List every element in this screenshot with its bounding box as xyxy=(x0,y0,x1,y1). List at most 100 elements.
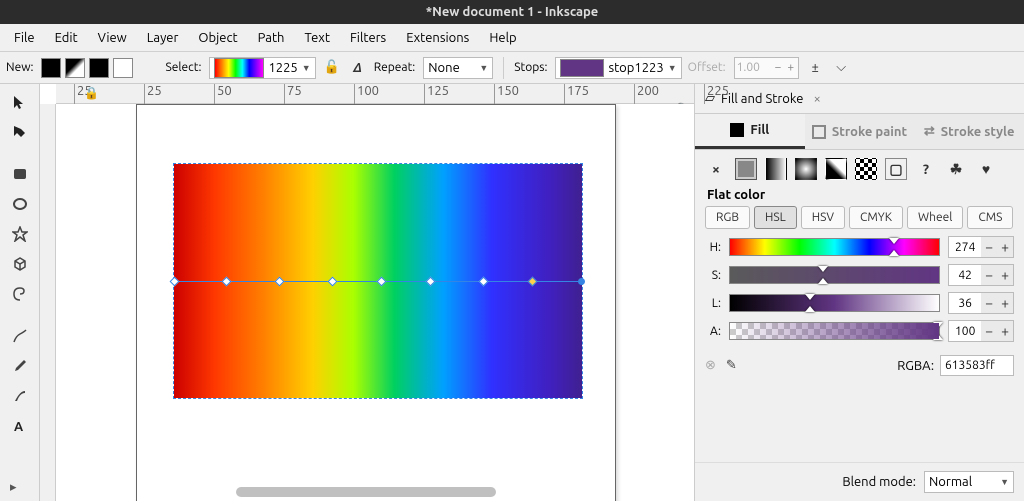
cube-tool[interactable] xyxy=(6,250,34,278)
tab-hsv[interactable]: HSV xyxy=(801,206,845,229)
cm-icon-1[interactable]: ⊗ xyxy=(705,358,716,373)
hue-input[interactable] xyxy=(949,241,981,254)
offset-spinner[interactable]: − + xyxy=(734,57,800,79)
menu-text[interactable]: Text xyxy=(294,27,339,49)
ruler-lock-icon[interactable]: 🔒 xyxy=(84,86,99,100)
menu-edit[interactable]: Edit xyxy=(45,27,88,49)
alpha-spinner[interactable]: −+ xyxy=(948,320,1014,342)
delete-stop-icon[interactable]: ⌵ xyxy=(831,58,851,78)
paint-unset-button[interactable]: ☘ xyxy=(945,158,967,180)
tab-wheel[interactable]: Wheel xyxy=(907,206,963,229)
paint-none-button[interactable]: × xyxy=(705,158,727,180)
pencil-tool[interactable] xyxy=(6,322,34,350)
minus-button[interactable]: − xyxy=(981,237,997,257)
blend-mode-dropdown[interactable]: Normal ▼ xyxy=(924,471,1014,493)
chevron-down-icon: ▼ xyxy=(479,63,488,73)
paint-flat-button[interactable] xyxy=(735,158,757,180)
plus-button[interactable]: + xyxy=(997,265,1013,285)
plus-button[interactable]: + xyxy=(997,237,1013,257)
sat-spinner[interactable]: −+ xyxy=(948,264,1014,286)
sat-slider[interactable] xyxy=(729,266,940,284)
tool-options-bar: New: Select: 1225 ▼ 🔓 Δ Repeat: None ▼ S… xyxy=(0,52,1024,84)
horizontal-scrollbar[interactable] xyxy=(236,487,496,497)
rainbow-preview-icon xyxy=(214,58,264,78)
eyedropper-icon[interactable]: ✎ xyxy=(726,358,737,373)
stop-color-preview-icon xyxy=(560,59,604,77)
close-icon[interactable]: × xyxy=(813,92,820,106)
node-tool[interactable] xyxy=(6,118,34,146)
menu-layer[interactable]: Layer xyxy=(137,27,189,49)
offset-minus[interactable]: − xyxy=(773,61,784,74)
tab-fill[interactable]: Fill xyxy=(695,114,805,149)
new-swatch-radial[interactable] xyxy=(89,58,109,78)
menu-file[interactable]: File xyxy=(4,27,45,49)
tab-stroke-style[interactable]: ⇄Stroke style xyxy=(914,114,1024,149)
tab-cmyk[interactable]: CMYK xyxy=(849,206,903,229)
reverse-icon[interactable]: Δ xyxy=(348,58,368,78)
gradient-handle-end[interactable] xyxy=(578,278,585,285)
offset-input[interactable] xyxy=(737,61,771,74)
rect-tool[interactable] xyxy=(6,160,34,188)
tab-cms[interactable]: CMS xyxy=(967,206,1013,229)
star-tool[interactable] xyxy=(6,220,34,248)
repeat-dropdown[interactable]: None ▼ xyxy=(423,57,493,79)
spiral-tool[interactable] xyxy=(6,280,34,308)
ruler-tick: 150 xyxy=(494,84,519,104)
paint-inherit-button[interactable]: ♥ xyxy=(975,158,997,180)
gradient-line[interactable] xyxy=(174,281,582,282)
menu-extensions[interactable]: Extensions xyxy=(396,27,479,49)
selector-tool[interactable] xyxy=(6,88,34,116)
stops-dropdown[interactable]: stop1223 ▼ xyxy=(555,57,681,79)
text-tool[interactable]: A xyxy=(6,412,34,440)
canvas[interactable] xyxy=(56,104,694,501)
menu-path[interactable]: Path xyxy=(248,27,295,49)
lock-open-icon[interactable]: 🔓 xyxy=(322,58,342,78)
minus-button[interactable]: − xyxy=(981,265,997,285)
paint-linear-button[interactable] xyxy=(765,158,787,180)
gradient-select-dropdown[interactable]: 1225 ▼ xyxy=(209,57,315,79)
light-spinner[interactable]: −+ xyxy=(948,292,1014,314)
ruler-tick: 225 xyxy=(704,84,729,104)
offset-plus[interactable]: + xyxy=(785,61,796,74)
menu-filters[interactable]: Filters xyxy=(340,27,396,49)
alpha-slider[interactable] xyxy=(729,322,940,340)
paint-radial-button[interactable] xyxy=(795,158,817,180)
plus-button[interactable]: + xyxy=(997,321,1013,341)
tab-rgb[interactable]: RGB xyxy=(705,206,750,229)
expand-toolbox-icon[interactable]: ▸ xyxy=(10,480,17,495)
rgba-input[interactable] xyxy=(940,355,1014,376)
paint-pattern-button[interactable] xyxy=(855,158,877,180)
hue-label: H: xyxy=(705,241,721,254)
alpha-row: A: −+ xyxy=(695,317,1024,345)
fill-square-icon xyxy=(730,123,744,137)
menu-help[interactable]: Help xyxy=(479,27,526,49)
ruler-tick: 100 xyxy=(354,84,379,104)
sat-input[interactable] xyxy=(949,269,981,282)
paint-mesh-button[interactable] xyxy=(825,158,847,180)
hue-spinner[interactable]: −+ xyxy=(948,236,1014,258)
add-stop-icon[interactable]: ± xyxy=(805,58,825,78)
menu-view[interactable]: View xyxy=(88,27,137,49)
circle-tool[interactable] xyxy=(6,190,34,218)
alpha-input[interactable] xyxy=(949,325,981,338)
menubar: File Edit View Layer Object Path Text Fi… xyxy=(0,24,1024,52)
plus-button[interactable]: + xyxy=(997,293,1013,313)
minus-button[interactable]: − xyxy=(981,321,997,341)
tab-stroke-paint[interactable]: Stroke paint xyxy=(805,114,915,149)
flat-color-label: Flat color xyxy=(695,188,1024,202)
new-swatch-empty[interactable] xyxy=(113,58,133,78)
new-swatch-black[interactable] xyxy=(41,58,61,78)
chevron-down-icon: ▼ xyxy=(1000,477,1009,487)
calligraphy-tool[interactable] xyxy=(6,382,34,410)
ruler-tick: 75 xyxy=(284,84,302,104)
tab-hsl[interactable]: HSL xyxy=(754,206,797,229)
pen-tool[interactable] xyxy=(6,352,34,380)
hue-slider[interactable] xyxy=(729,238,940,256)
new-swatch-grad1[interactable] xyxy=(65,58,85,78)
paint-swatch-button[interactable]: ▢ xyxy=(885,158,907,180)
minus-button[interactable]: − xyxy=(981,293,997,313)
light-input[interactable] xyxy=(949,297,981,310)
paint-unknown-button[interactable]: ? xyxy=(915,158,937,180)
menu-object[interactable]: Object xyxy=(188,27,247,49)
light-slider[interactable] xyxy=(729,294,940,312)
